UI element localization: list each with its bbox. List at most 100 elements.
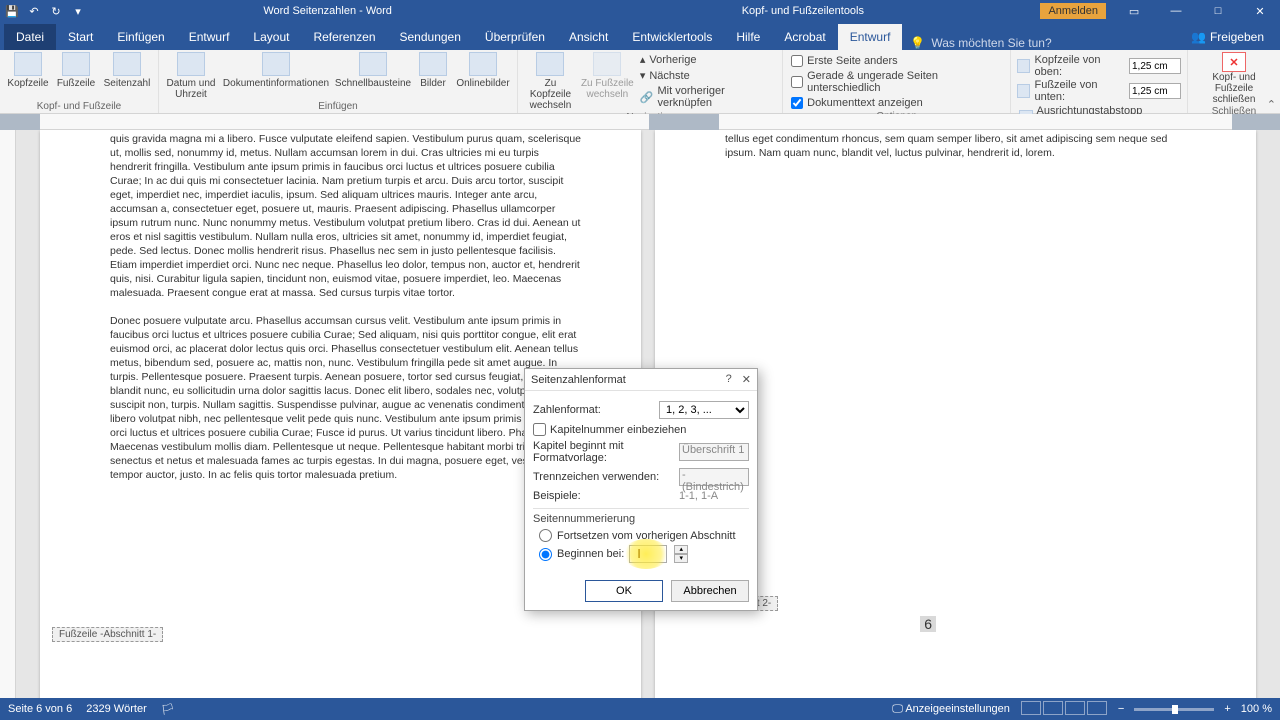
down-arrow-icon: ▾	[640, 69, 646, 82]
display-settings-button[interactable]: 🖵 Anzeigeeinstellungen	[892, 703, 1010, 716]
tab-mailings[interactable]: Sendungen	[388, 24, 473, 50]
zoom-out-button[interactable]: −	[1118, 703, 1124, 715]
ribbon-display-options-icon[interactable]: ▭	[1114, 0, 1154, 22]
date-time-label: Datum und Uhrzeit	[165, 78, 217, 100]
previous-label: Vorherige	[649, 54, 696, 66]
number-format-label: Zahlenformat:	[533, 404, 653, 416]
close-icon[interactable]: ✕	[1240, 0, 1280, 22]
status-word-count[interactable]: 2329 Wörter	[86, 703, 147, 716]
tab-help[interactable]: Hilfe	[724, 24, 772, 50]
tab-start[interactable]: Start	[56, 24, 105, 50]
sign-in-button[interactable]: Anmelden	[1040, 3, 1106, 19]
date-time-button[interactable]: Datum und Uhrzeit	[165, 52, 217, 100]
share-icon: 👥	[1191, 30, 1206, 44]
tab-acrobat[interactable]: Acrobat	[772, 24, 837, 50]
online-pictures-button[interactable]: Onlinebilder	[455, 52, 511, 89]
header-from-top-label: Kopfzeile von oben:	[1034, 54, 1125, 78]
previous-button[interactable]: ▴Vorherige	[638, 52, 776, 67]
spin-up-button[interactable]: ▴	[674, 545, 688, 554]
quick-parts-button[interactable]: Schnellbausteine	[335, 52, 411, 89]
doc-info-button[interactable]: Dokumentinformationen	[221, 52, 331, 89]
chapter-style-select: Überschrift 1	[679, 443, 749, 461]
page-number-field[interactable]: 6	[920, 616, 936, 632]
link-icon: 🔗	[640, 91, 654, 104]
qat-customize-icon[interactable]: ▾	[70, 3, 86, 19]
share-label: Freigeben	[1210, 30, 1264, 44]
collapse-ribbon-icon[interactable]: ⌃	[1267, 98, 1276, 111]
group-header-footer: Kopfzeile Fußzeile Seitenzahl Kopf- und …	[0, 50, 159, 113]
ribbon: Kopfzeile Fußzeile Seitenzahl Kopf- und …	[0, 50, 1280, 114]
status-bar: Seite 6 von 6 2329 Wörter 🏳 🖵 Anzeigeein…	[0, 698, 1280, 720]
save-icon[interactable]: 💾	[4, 3, 20, 19]
group-insert: Datum und Uhrzeit Dokumentinformationen …	[159, 50, 518, 113]
start-at-radio[interactable]: Beginnen bei: I ▴ ▾	[539, 545, 749, 563]
header-button[interactable]: Kopfzeile	[6, 52, 50, 89]
tab-design[interactable]: Entwurf	[177, 24, 242, 50]
goto-header-button[interactable]: Zu Kopfzeile wechseln	[524, 52, 577, 111]
tab-references[interactable]: Referenzen	[301, 24, 387, 50]
tab-developer[interactable]: Entwicklertools	[620, 24, 724, 50]
include-chapter-label: Kapitelnummer einbeziehen	[550, 424, 686, 436]
share-button[interactable]: 👥 Freigeben	[1179, 24, 1276, 50]
tab-layout[interactable]: Layout	[241, 24, 301, 50]
ok-button[interactable]: OK	[585, 580, 663, 602]
footer-position-icon	[1017, 84, 1030, 98]
different-first-page-checkbox[interactable]: Erste Seite anders	[789, 54, 1004, 68]
spin-down-button[interactable]: ▾	[674, 554, 688, 563]
pictures-button[interactable]: Bilder	[415, 52, 451, 89]
doc-info-label: Dokumentinformationen	[223, 78, 329, 89]
include-chapter-checkbox[interactable]: Kapitelnummer einbeziehen	[533, 423, 749, 436]
number-format-select[interactable]: 1, 2, 3, ...	[659, 401, 749, 419]
lightbulb-icon: 💡	[910, 36, 925, 50]
body-paragraph: quis gravida magna mi a libero. Fusce vu…	[110, 132, 583, 300]
tell-me-search[interactable]: 💡 Was möchten Sie tun?	[902, 36, 1059, 50]
header-from-top-field[interactable]: Kopfzeile von oben:	[1017, 54, 1181, 78]
cancel-button[interactable]: Abbrechen	[671, 580, 749, 602]
dialog-help-icon[interactable]: ?	[726, 373, 732, 386]
tell-me-placeholder: Was möchten Sie tun?	[931, 36, 1051, 50]
zoom-in-button[interactable]: +	[1224, 703, 1230, 715]
continue-previous-radio[interactable]: Fortsetzen vom vorherigen Abschnitt	[539, 529, 749, 542]
header-position-icon	[1017, 59, 1030, 73]
pagenum-label: Seitenzahl	[104, 78, 151, 89]
dialog-close-icon[interactable]: ✕	[742, 373, 751, 386]
different-odd-even-label: Gerade & ungerade Seiten unterschiedlich	[807, 70, 1002, 94]
undo-icon[interactable]: ↶	[26, 3, 42, 19]
tab-view[interactable]: Ansicht	[557, 24, 620, 50]
header-from-top-input[interactable]	[1129, 58, 1181, 74]
footer-from-bottom-input[interactable]	[1129, 83, 1181, 99]
start-at-input[interactable]	[629, 545, 667, 563]
display-settings-label: Anzeigeeinstellungen	[905, 703, 1010, 715]
page-number-button[interactable]: Seitenzahl	[102, 52, 152, 89]
close-header-footer-button[interactable]: ✕ Kopf- und Fußzeile schließen	[1194, 52, 1274, 105]
zoom-slider[interactable]	[1134, 708, 1214, 711]
group-navigation: Zu Kopfzeile wechseln Zu Fußzeile wechse…	[518, 50, 783, 113]
next-button[interactable]: ▾Nächste	[638, 68, 776, 83]
footer-section-tab[interactable]: Fußzeile -Abschnitt 1-	[52, 627, 163, 642]
different-odd-even-checkbox[interactable]: Gerade & ungerade Seiten unterschiedlich	[789, 69, 1004, 95]
maximize-icon[interactable]: □	[1198, 0, 1238, 22]
horizontal-ruler[interactable]	[0, 114, 1280, 130]
link-previous-button[interactable]: 🔗Mit vorheriger verknüpfen	[638, 84, 776, 110]
page-number-format-dialog: Seitenzahlenformat ? ✕ Zahlenformat: 1, …	[524, 368, 758, 611]
zoom-level[interactable]: 100 %	[1241, 703, 1272, 715]
up-arrow-icon: ▴	[640, 53, 646, 66]
show-doc-text-checkbox[interactable]: Dokumenttext anzeigen	[789, 96, 1004, 110]
tab-insert[interactable]: Einfügen	[105, 24, 176, 50]
tab-file[interactable]: Datei	[4, 24, 56, 50]
goto-footer-button: Zu Fußzeile wechseln	[581, 52, 634, 100]
footer-button[interactable]: Fußzeile	[54, 52, 98, 89]
tab-header-footer-design[interactable]: Entwurf	[838, 24, 903, 50]
redo-icon[interactable]: ↻	[48, 3, 64, 19]
group-options: Erste Seite anders Gerade & ungerade Sei…	[783, 50, 1011, 113]
footer-from-bottom-field[interactable]: Fußzeile von unten:	[1017, 79, 1181, 103]
status-page[interactable]: Seite 6 von 6	[8, 703, 72, 716]
minimize-icon[interactable]: —	[1156, 0, 1196, 22]
status-language-icon[interactable]: 🏳	[161, 703, 175, 716]
group-insert-label: Einfügen	[165, 100, 511, 113]
vertical-ruler[interactable]	[0, 130, 16, 704]
view-mode-buttons[interactable]	[1020, 701, 1108, 718]
tab-review[interactable]: Überprüfen	[473, 24, 557, 50]
close-header-footer-label: Kopf- und Fußzeile schließen	[1194, 72, 1274, 105]
online-pictures-label: Onlinebilder	[456, 78, 509, 89]
